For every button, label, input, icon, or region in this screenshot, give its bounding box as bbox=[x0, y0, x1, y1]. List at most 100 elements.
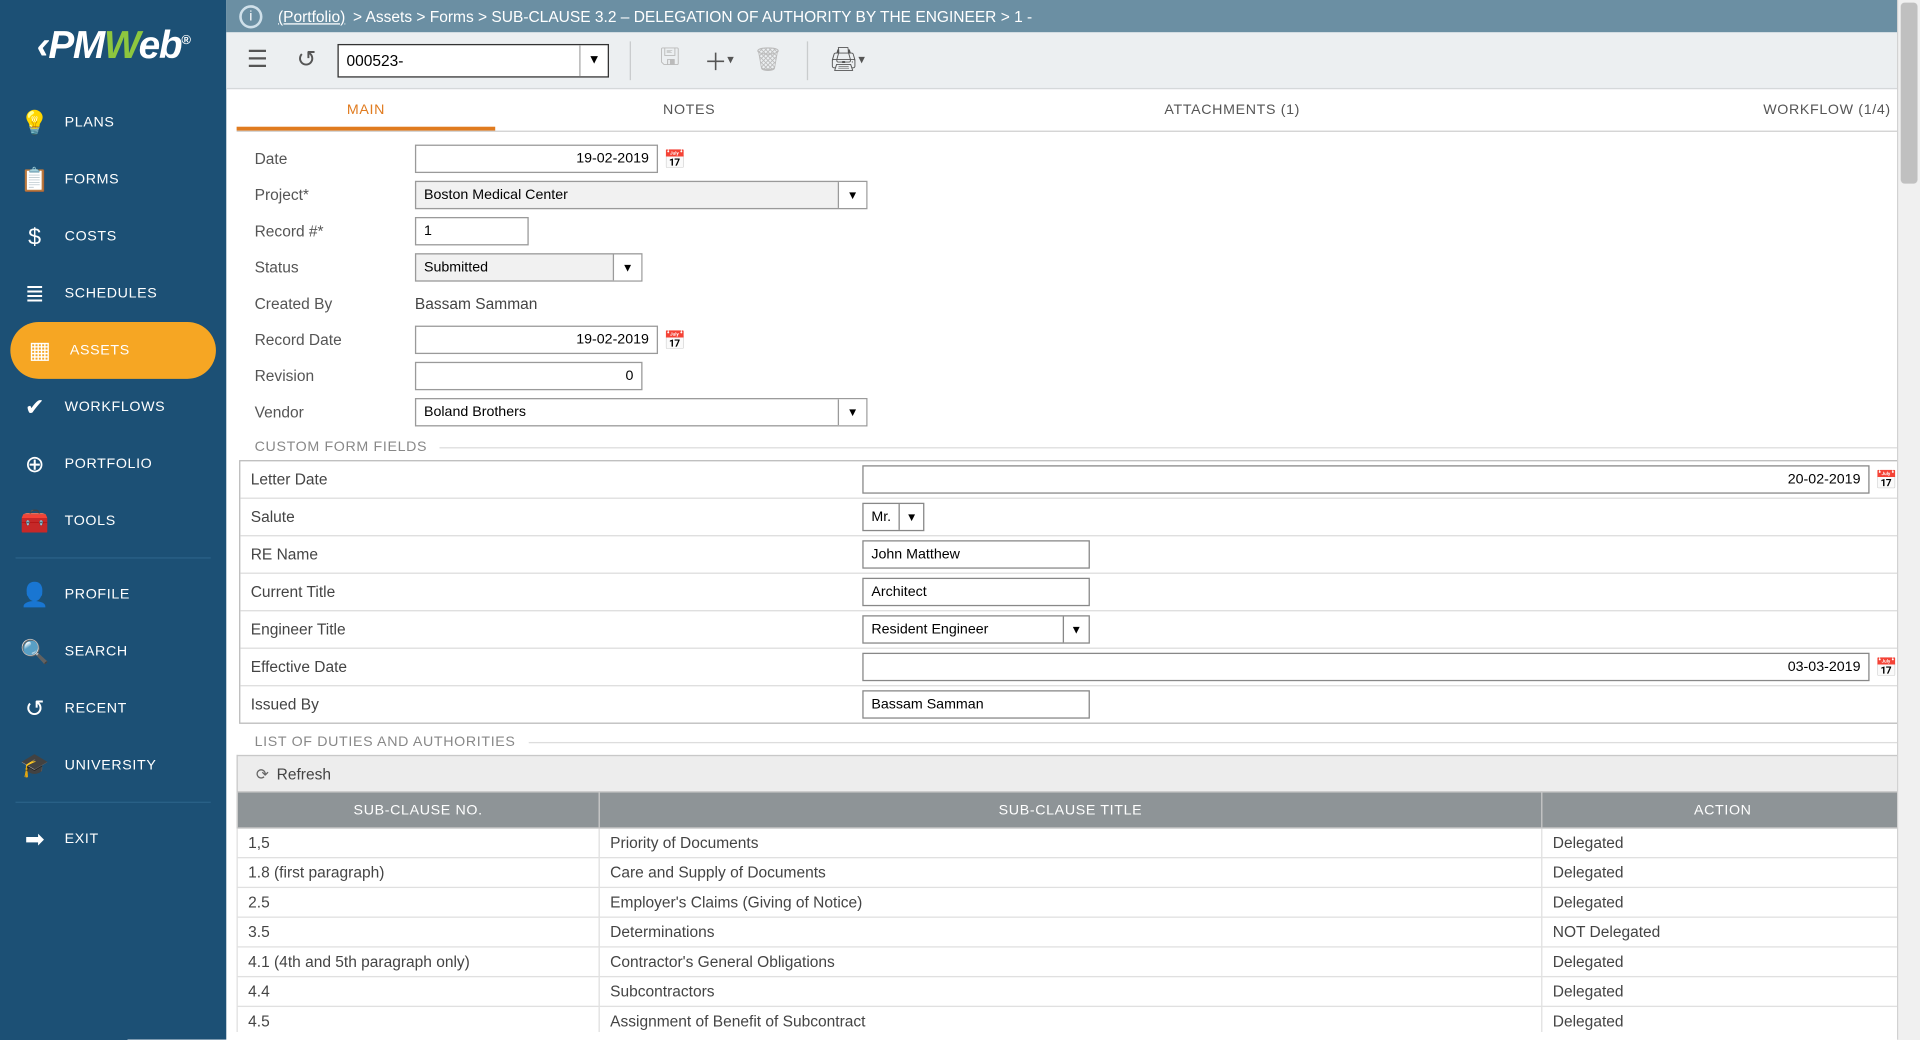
duties-header: LIST OF DUTIES AND AUTHORITIES bbox=[255, 734, 1905, 750]
save-icon[interactable]: 🖫 bbox=[652, 42, 688, 78]
record-select-value: 000523- bbox=[347, 51, 404, 69]
cell-no: 4.1 (4th and 5th paragraph only) bbox=[237, 947, 599, 977]
cell-act: Delegated bbox=[1542, 977, 1904, 1007]
calendar-icon[interactable]: 📅 bbox=[1875, 469, 1898, 491]
table-row[interactable]: 3.5DeterminationsNOT Delegated bbox=[237, 917, 1904, 947]
salute-label: Salute bbox=[240, 500, 857, 534]
calendar-icon[interactable]: 📅 bbox=[663, 329, 686, 351]
status-select[interactable]: Submitted▼ bbox=[415, 253, 643, 281]
sidebar-item-label: EXIT bbox=[65, 831, 99, 847]
sidebar-item-university[interactable]: 🎓UNIVERSITY bbox=[0, 737, 226, 794]
sidebar-item-label: ASSETS bbox=[70, 343, 130, 359]
sidebar-item-label: WORKFLOWS bbox=[65, 400, 166, 416]
project-select[interactable]: Boston Medical Center▼ bbox=[415, 181, 868, 209]
table-row[interactable]: 1.8 (first paragraph)Care and Supply of … bbox=[237, 858, 1904, 888]
sidebar-item-plans[interactable]: 💡PLANS bbox=[0, 94, 226, 151]
letter-date-label: Letter Date bbox=[240, 463, 857, 497]
plans-icon: 💡 bbox=[18, 109, 52, 136]
cell-no: 4.5 bbox=[237, 1007, 599, 1032]
engineer-title-label: Engineer Title bbox=[240, 613, 857, 647]
sidebar-item-forms[interactable]: 📋FORMS bbox=[0, 151, 226, 208]
info-icon[interactable]: i bbox=[239, 5, 262, 28]
add-icon[interactable]: ＋▾ bbox=[701, 42, 737, 78]
list-icon[interactable]: ☰ bbox=[239, 42, 275, 78]
letter-date-input[interactable] bbox=[862, 465, 1869, 493]
current-title-input[interactable] bbox=[862, 578, 1090, 606]
tab-main[interactable]: MAIN bbox=[237, 91, 496, 131]
sidebar-item-recent[interactable]: ↺RECENT bbox=[0, 680, 226, 737]
record-select[interactable]: 000523- ▼ bbox=[337, 43, 609, 77]
recent-icon: ↺ bbox=[18, 695, 52, 722]
col-action[interactable]: ACTION bbox=[1542, 792, 1904, 828]
date-input[interactable] bbox=[415, 145, 658, 173]
sidebar: ‹PMWeb® 💡PLANS📋FORMS$COSTS≣SCHEDULES▦ASS… bbox=[0, 0, 226, 1040]
table-row[interactable]: 4.1 (4th and 5th paragraph only)Contract… bbox=[237, 947, 1904, 977]
recorddate-input[interactable] bbox=[415, 326, 658, 354]
cell-title: Care and Supply of Documents bbox=[599, 858, 1542, 888]
sidebar-item-schedules[interactable]: ≣SCHEDULES bbox=[0, 265, 226, 322]
re-name-label: RE Name bbox=[240, 538, 857, 572]
chevron-down-icon[interactable]: ▼ bbox=[613, 255, 641, 281]
salute-select[interactable]: Mr.▼ bbox=[862, 503, 924, 531]
revision-label: Revision bbox=[237, 367, 415, 385]
cell-title: Employer's Claims (Giving of Notice) bbox=[599, 888, 1542, 918]
record-input[interactable] bbox=[415, 217, 529, 245]
table-row[interactable]: 2.5Employer's Claims (Giving of Notice)D… bbox=[237, 888, 1904, 918]
sidebar-item-label: PROFILE bbox=[65, 587, 130, 603]
eng-title-select[interactable]: Resident Engineer▼ bbox=[862, 615, 1090, 643]
refresh-label[interactable]: Refresh bbox=[277, 765, 331, 783]
sidebar-item-profile[interactable]: 👤 PROFILE bbox=[0, 566, 226, 623]
col-subclause-no[interactable]: SUB-CLAUSE NO. bbox=[237, 792, 599, 828]
print-icon[interactable]: 🖨▾ bbox=[829, 42, 865, 78]
sidebar-item-exit[interactable]: ➡ EXIT bbox=[0, 811, 226, 868]
costs-icon: $ bbox=[18, 223, 52, 250]
sidebar-item-label: SEARCH bbox=[65, 644, 128, 660]
col-subclause-title[interactable]: SUB-CLAUSE TITLE bbox=[599, 792, 1542, 828]
delete-icon[interactable]: 🗑 bbox=[750, 42, 786, 78]
sidebar-item-label: COSTS bbox=[65, 229, 117, 245]
refresh-icon[interactable]: ⟳ bbox=[256, 765, 269, 783]
sidebar-item-label: UNIVERSITY bbox=[65, 758, 157, 774]
profile-icon: 👤 bbox=[18, 581, 52, 608]
chevron-down-icon[interactable]: ▼ bbox=[899, 504, 923, 530]
tab-attachments[interactable]: ATTACHMENTS (1) bbox=[883, 91, 1581, 131]
table-row[interactable]: 1,5Priority of DocumentsDelegated bbox=[237, 828, 1904, 858]
custom-fields-table: Letter Date 📅 Salute Mr.▼ RE Name bbox=[239, 460, 1904, 724]
exit-icon: ➡ bbox=[18, 826, 52, 853]
breadcrumb-bar: i (Portfolio) > Assets > Forms > SUB-CLA… bbox=[226, 0, 1920, 32]
chevron-down-icon[interactable]: ▼ bbox=[838, 400, 866, 426]
sidebar-item-portfolio[interactable]: ⊕PORTFOLIO bbox=[0, 436, 226, 493]
sidebar-item-costs[interactable]: $ COSTS bbox=[0, 208, 226, 265]
calendar-icon[interactable]: 📅 bbox=[1875, 656, 1898, 678]
cell-no: 1.8 (first paragraph) bbox=[237, 858, 599, 888]
breadcrumb-portfolio[interactable]: (Portfolio) bbox=[278, 7, 345, 25]
date-label: Date bbox=[237, 150, 415, 168]
portfolio-icon: ⊕ bbox=[18, 451, 52, 478]
sidebar-item-tools[interactable]: 🧰TOOLS bbox=[0, 493, 226, 550]
createdby-label: Created By bbox=[237, 295, 415, 313]
table-row[interactable]: 4.4SubcontractorsDelegated bbox=[237, 977, 1904, 1007]
forms-icon: 📋 bbox=[18, 166, 52, 193]
scrollbar[interactable] bbox=[1897, 0, 1920, 1040]
effective-date-label: Effective Date bbox=[240, 650, 857, 684]
sidebar-item-assets[interactable]: ▦ASSETS bbox=[10, 322, 216, 379]
refresh-bar: ⟳ Refresh bbox=[237, 755, 1905, 791]
revision-input[interactable] bbox=[415, 362, 643, 390]
chevron-down-icon[interactable]: ▼ bbox=[1063, 617, 1089, 643]
chevron-down-icon[interactable]: ▼ bbox=[579, 45, 607, 76]
search-icon: 🔍 bbox=[18, 638, 52, 665]
issued-by-input[interactable] bbox=[862, 690, 1090, 718]
sidebar-item-workflows[interactable]: ✔WORKFLOWS bbox=[0, 379, 226, 436]
vendor-select[interactable]: Boland Brothers▼ bbox=[415, 398, 868, 426]
history-icon[interactable]: ↺ bbox=[288, 42, 324, 78]
calendar-icon[interactable]: 📅 bbox=[663, 148, 686, 170]
tab-notes[interactable]: NOTES bbox=[495, 91, 883, 131]
re-name-input[interactable] bbox=[862, 540, 1090, 568]
scrollbar-thumb[interactable] bbox=[1901, 3, 1918, 184]
effective-date-input[interactable] bbox=[862, 653, 1869, 681]
cell-no: 2.5 bbox=[237, 888, 599, 918]
chevron-down-icon[interactable]: ▼ bbox=[838, 182, 866, 208]
table-row[interactable]: 4.5Assignment of Benefit of SubcontractD… bbox=[237, 1007, 1904, 1032]
tab-workflow[interactable]: WORKFLOW (1/4) bbox=[1581, 91, 1920, 131]
sidebar-item-search[interactable]: 🔍 SEARCH bbox=[0, 623, 226, 680]
